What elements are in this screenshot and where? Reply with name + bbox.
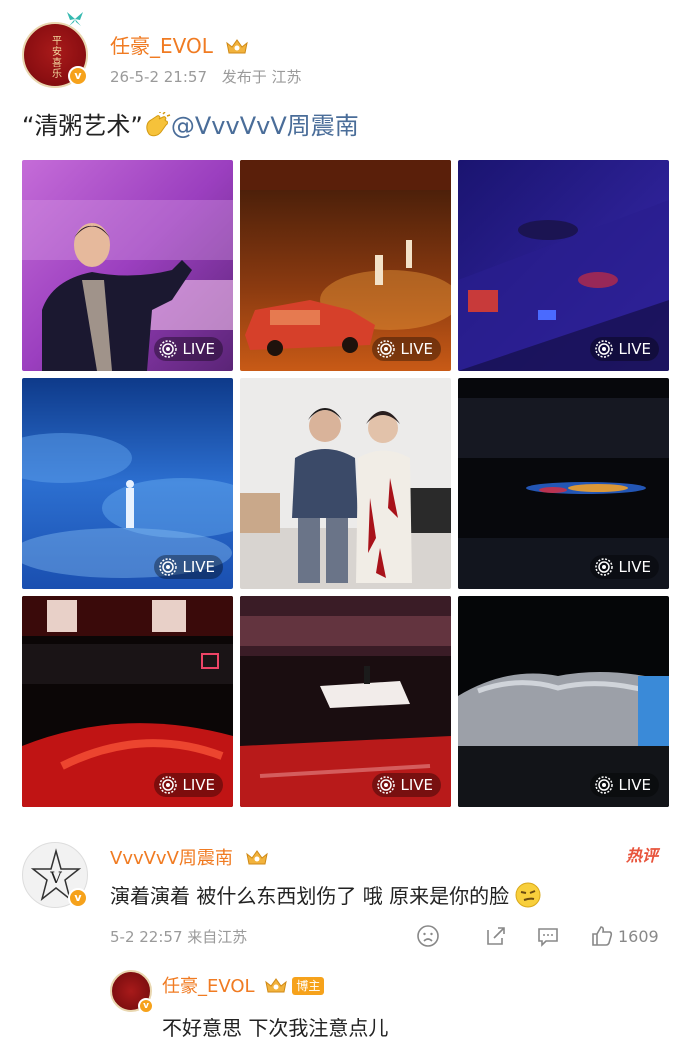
post-author-name[interactable]: 任豪_EVOL <box>110 30 249 59</box>
media-tile[interactable]: LIVE <box>458 596 669 807</box>
media-tile[interactable]: LIVE <box>458 378 669 589</box>
post-header: 平安喜乐 v 任豪_EVOL 26-5-2 21:57 发布于 江苏 <box>22 12 662 90</box>
reply-text: 不好意思 下次我注意点儿 <box>162 1016 389 1040</box>
live-badge[interactable]: LIVE <box>590 337 659 361</box>
comment-meta: 5-2 22:57 来自江苏 <box>110 926 247 947</box>
post-time: 26-5-2 21:57 <box>110 68 207 86</box>
crown-icon <box>226 39 248 54</box>
reply-item: v 任豪_EVOL 博主 不好意思 下次我注意点儿 <box>110 970 670 1055</box>
media-tile[interactable]: LIVE <box>22 160 233 371</box>
verified-badge-icon: v <box>138 998 154 1014</box>
smirk-emoji-icon <box>515 882 541 908</box>
reply-author-name[interactable]: 任豪_EVOL 博主 <box>162 972 325 998</box>
media-tile[interactable]: LIVE <box>22 596 233 807</box>
mention-link[interactable]: @VvvVvV周震南 <box>171 112 359 140</box>
live-badge[interactable]: LIVE <box>154 555 223 579</box>
live-photo-icon <box>377 776 396 794</box>
reply-button[interactable] <box>536 922 560 950</box>
live-badge[interactable]: LIVE <box>372 337 441 361</box>
media-image <box>240 378 451 589</box>
avatar-seal-char: 乐 <box>52 69 62 80</box>
svg-text:V: V <box>49 868 62 887</box>
comment-text: 演着演着 被什么东西划伤了 哦 原来是你的脸 <box>110 880 541 909</box>
media-grid: LIVE LIVE LIVE LIVE LIVE LIVE LIVE LIVE <box>22 160 670 808</box>
live-badge[interactable]: LIVE <box>372 773 441 797</box>
media-tile[interactable] <box>240 378 451 589</box>
live-badge[interactable]: LIVE <box>590 773 659 797</box>
media-tile[interactable]: LIVE <box>458 160 669 371</box>
post-text: “清粥艺术” @VvvVvV周震南 <box>22 106 359 141</box>
live-photo-icon <box>595 776 614 794</box>
post-quote: “清粥艺术” <box>22 112 143 140</box>
comment-location: 来自江苏 <box>187 928 248 946</box>
post-meta: 26-5-2 21:57 发布于 江苏 <box>110 66 312 87</box>
comment-author-name[interactable]: VvvVvV周震南 <box>110 844 269 870</box>
comment-time: 5-2 22:57 <box>110 928 183 946</box>
share-button[interactable] <box>484 922 508 950</box>
verified-badge-icon: v <box>68 888 88 908</box>
live-photo-icon <box>595 558 614 576</box>
media-tile[interactable]: LIVE <box>240 596 451 807</box>
media-tile[interactable]: LIVE <box>240 160 451 371</box>
avatar-seal-char: 平 <box>52 36 62 47</box>
live-photo-icon <box>159 340 178 358</box>
live-badge[interactable]: LIVE <box>154 337 223 361</box>
like-count: 1609 <box>618 926 659 946</box>
post-location: 发布于 江苏 <box>221 68 302 86</box>
clap-emoji-icon <box>146 112 171 137</box>
comment-actions: 1609 <box>416 922 670 950</box>
sad-face-icon <box>417 925 439 947</box>
hot-comment-badge: 热评 <box>626 846 659 865</box>
butterfly-icon <box>67 12 83 26</box>
live-badge[interactable]: LIVE <box>590 555 659 579</box>
comment-bubble-icon <box>538 928 558 947</box>
dislike-button[interactable] <box>416 922 440 950</box>
crown-icon <box>245 850 268 865</box>
crown-icon <box>265 978 288 993</box>
live-photo-icon <box>159 558 178 576</box>
verified-badge-icon: v <box>68 66 88 86</box>
share-icon <box>487 927 505 945</box>
thumbs-up-icon <box>592 926 613 946</box>
like-button[interactable]: 1609 <box>590 922 659 950</box>
live-badge[interactable]: LIVE <box>154 773 223 797</box>
live-photo-icon <box>595 340 614 358</box>
live-photo-icon <box>159 776 178 794</box>
avatar-seal: 平安喜乐 <box>46 36 68 80</box>
media-tile[interactable]: LIVE <box>22 378 233 589</box>
blogger-tag: 博主 <box>292 977 325 995</box>
avatar-seal-char: 喜 <box>52 58 62 69</box>
avatar-seal-char: 安 <box>52 47 62 58</box>
live-photo-icon <box>377 340 396 358</box>
